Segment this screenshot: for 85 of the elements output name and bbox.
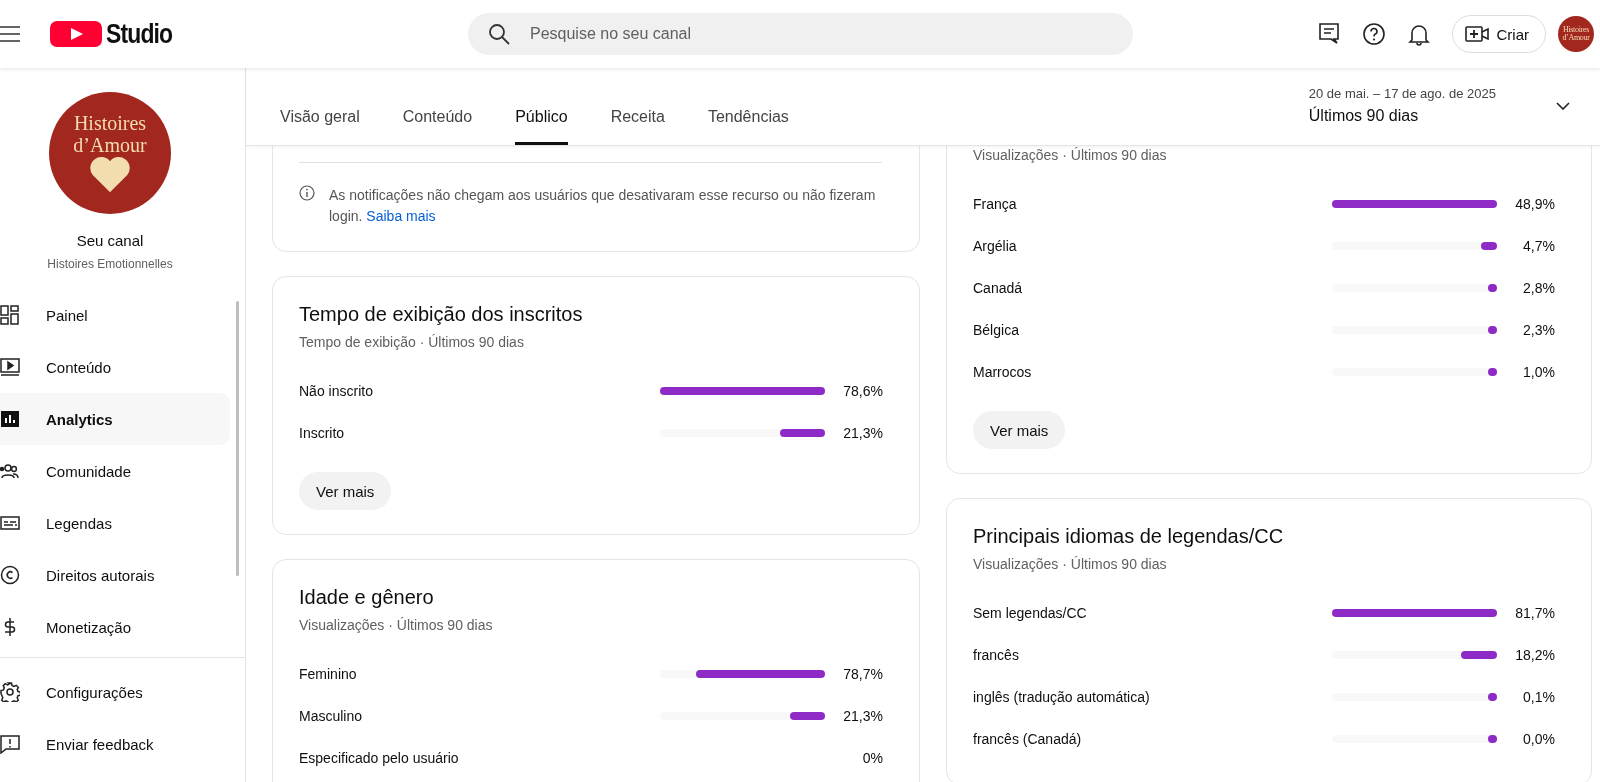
logo-text: Studio [106, 18, 173, 50]
date-range: 20 de mai. – 17 de ago. de 2025 [1308, 86, 1496, 101]
channel-avatar[interactable]: Histoires d’Amour [1558, 16, 1594, 52]
content-icon [0, 357, 20, 377]
sidebar-item[interactable]: Analytics [0, 393, 230, 445]
row-value: 2,3% [1522, 322, 1555, 338]
help-icon[interactable] [1361, 22, 1386, 46]
tab[interactable]: Tendências [707, 108, 789, 145]
sidebar-item[interactable]: Painel [0, 289, 230, 341]
comment-icon[interactable] [1317, 22, 1340, 46]
copyright-icon [0, 565, 20, 585]
avatar-text: d’Amour [1562, 34, 1590, 43]
tab[interactable]: Conteúdo [402, 108, 473, 145]
card-title: Principais idiomas de legendas/CC [973, 525, 1285, 548]
sidebar-item[interactable]: Configurações [0, 666, 230, 718]
row-label: inglês (tradução automática) [973, 689, 1151, 705]
sidebar-item[interactable]: Direitos autorais [0, 549, 230, 601]
row-label: Masculino [299, 708, 364, 724]
sidebar-item[interactable]: Conteúdo [0, 341, 230, 393]
date-period: Últimos 90 dias [1308, 107, 1420, 125]
row-value: 0,0% [1522, 731, 1555, 747]
analytics-icon [0, 409, 20, 429]
community-icon [0, 461, 20, 481]
card-subtitle: Visualizações · Últimos 90 dias [973, 147, 1168, 163]
row-label: Especificado pelo usuário [299, 750, 460, 766]
card-title: Tempo de exibição dos inscritos [299, 303, 584, 326]
row-label: Bélgica [973, 322, 1020, 338]
row-value: 21,3% [842, 425, 883, 441]
card-title: Idade e gênero [299, 586, 435, 609]
info-icon [299, 185, 315, 201]
settings-icon [0, 682, 20, 702]
row-label: Inscrito [299, 425, 346, 441]
menu-icon[interactable] [0, 26, 20, 42]
row-value: 0% [861, 750, 883, 766]
play-logo-icon [50, 21, 102, 47]
sidebar-item[interactable]: Comunidade [0, 445, 230, 497]
sidebar-item[interactable]: Monetização [0, 601, 230, 653]
row-value: 1,0% [1522, 364, 1555, 380]
row-value: 18,2% [1514, 647, 1555, 663]
feedback-icon [0, 734, 20, 754]
see-more-button[interactable]: Ver mais [299, 472, 392, 510]
heart-icon [88, 156, 132, 194]
card-subtitle: Visualizações · Últimos 90 dias [299, 617, 494, 633]
learn-more-link[interactable]: Saiba mais [366, 208, 436, 224]
avatar-text: d’Amour [73, 134, 147, 156]
tab[interactable]: Público [515, 108, 568, 145]
row-value: 2,8% [1522, 280, 1555, 296]
row-value: 4,7% [1522, 238, 1555, 254]
row-value: 78,7% [842, 666, 883, 682]
sidebar-item[interactable]: Legendas [0, 497, 230, 549]
create-button[interactable]: Criar [1451, 15, 1546, 53]
search-field[interactable]: Pesquise no seu canal [468, 13, 1133, 55]
avatar-text: Histoires [73, 112, 147, 134]
bell-icon[interactable] [1407, 22, 1430, 46]
chevron-down-icon [1556, 101, 1570, 110]
row-value: 48,9% [1514, 196, 1555, 212]
dashboard-icon [0, 305, 20, 325]
sidebar-item[interactable]: Enviar feedback [0, 718, 230, 770]
card-subtitle: Visualizações · Últimos 90 dias [973, 556, 1168, 572]
row-label: francês (Canadá) [973, 731, 1083, 747]
row-label: Argélia [973, 238, 1018, 254]
row-label: Canadá [973, 280, 1024, 296]
row-label: Não inscrito [299, 383, 374, 399]
date-range-picker[interactable]: 20 de mai. – 17 de ago. de 2025 Últimos 90 dias [1308, 86, 1600, 145]
channel-name: Histoires Emotionnelles [47, 257, 173, 271]
subtitles-icon [0, 513, 20, 533]
see-more-button[interactable]: Ver mais [973, 411, 1066, 449]
video-add-icon [1464, 25, 1489, 43]
tab[interactable]: Visão geral [280, 108, 360, 145]
row-label: Marrocos [973, 364, 1033, 380]
row-value: 0,1% [1522, 689, 1555, 705]
search-icon [488, 23, 510, 45]
row-label: Sem legendas/CC [973, 605, 1088, 621]
row-label: França [973, 196, 1018, 212]
note-text: As notificações não chegam aos usuários que desativaram esse recurso ou não fizeram login. Saiba mais [329, 186, 877, 226]
row-value: 78,6% [842, 383, 883, 399]
row-label: francês [973, 647, 1020, 663]
row-value: 21,3% [842, 708, 883, 724]
tab[interactable]: Receita [610, 108, 665, 145]
channel-label: Seu canal [76, 232, 144, 249]
channel-avatar[interactable]: Histoires d’Amour [49, 92, 171, 214]
row-value: 81,7% [1514, 605, 1555, 621]
card-subtitle: Tempo de exibição · Últimos 90 dias [299, 334, 525, 350]
row-label: Feminino [299, 666, 358, 682]
avatar-text: Histoires [1562, 25, 1590, 34]
